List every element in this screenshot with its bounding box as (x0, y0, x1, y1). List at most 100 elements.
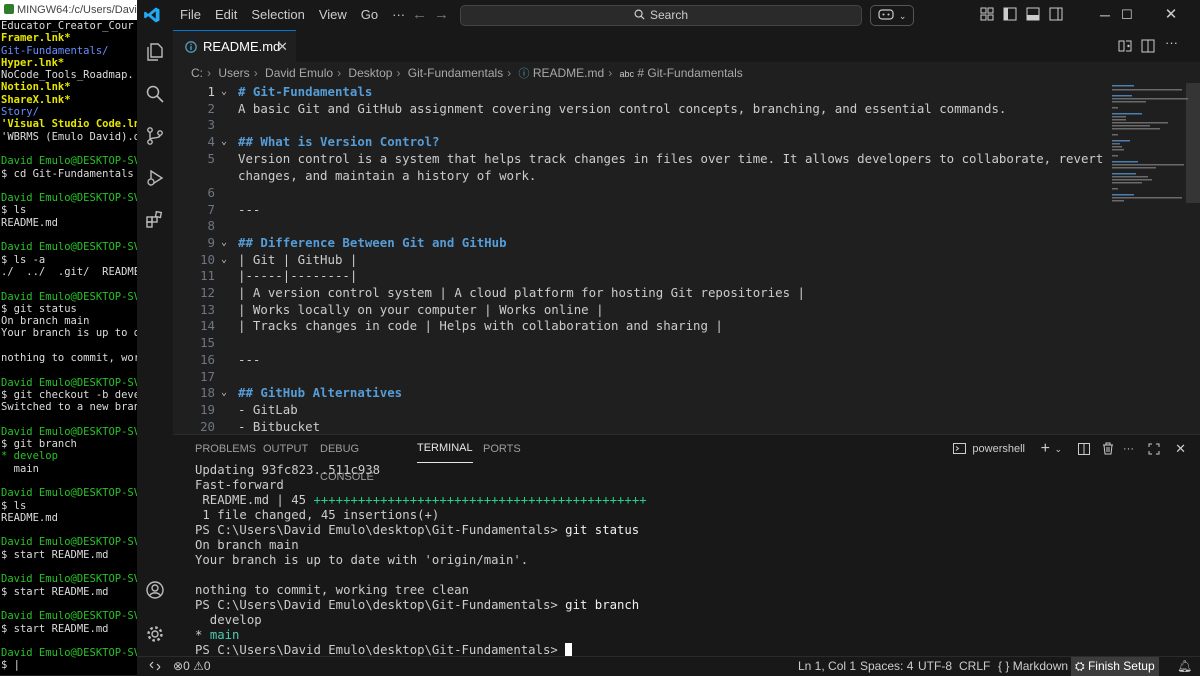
close-tab-icon[interactable]: ✕ (277, 31, 288, 62)
indentation[interactable]: Spaces: 4 (860, 657, 913, 676)
chevron-down-icon[interactable]: ⌄ (1054, 435, 1062, 463)
menu-view[interactable]: View (312, 0, 354, 30)
split-terminal-icon[interactable] (1078, 443, 1090, 455)
mingw-line: David Emulo@DESKTOP-SV (1, 290, 137, 303)
explorer-icon[interactable] (145, 42, 165, 62)
chevron-right-icon: › (207, 66, 211, 80)
fold-chevron-icon[interactable]: ⌄ (221, 384, 227, 401)
terminal-line: nothing to commit, working tree clean (195, 583, 1185, 598)
breadcrumb: C: › Users › David Emulo › Desktop › Git-Fun… (191, 63, 743, 83)
panel-toggle-icon[interactable] (1026, 7, 1040, 21)
breadcrumb-drive[interactable]: C: (191, 66, 203, 80)
secondary-sidebar-icon[interactable] (1049, 7, 1063, 21)
code-line: 13 | Works locally on your computer | Wor… (173, 301, 1103, 318)
breadcrumb-user[interactable]: David Emulo (265, 66, 333, 80)
tab-readme[interactable]: README.md ✕ (173, 30, 296, 63)
source-control-icon[interactable] (145, 126, 165, 146)
account-icon[interactable] (145, 580, 165, 600)
terminal-output[interactable]: Updating 93fc823..511c938 Fast-forward RE… (195, 463, 1185, 657)
maximize-panel-icon[interactable] (1148, 443, 1160, 455)
trash-icon[interactable] (1102, 442, 1114, 455)
mingw-terminal-window[interactable]: MINGW64:/c/Users/David Educator_Creator_… (0, 0, 137, 675)
forward-arrow-icon[interactable]: → (434, 6, 449, 23)
code-line: 16 --- (173, 351, 1103, 368)
code-text: Version control is a system that helps t… (238, 150, 1104, 183)
breadcrumb-file[interactable]: README.md (533, 66, 604, 80)
mingw-line: $ ls (1, 499, 27, 512)
settings-gear-icon[interactable] (145, 624, 165, 644)
extensions-icon[interactable] (145, 210, 165, 230)
language-mode[interactable]: { } Markdown (998, 657, 1068, 676)
mingw-line (1, 143, 137, 155)
status-bar: ⊗0 ⚠0 Ln 1, Col 1 Spaces: 4 UTF-8 CRLF {… (137, 656, 1200, 676)
line-number: 18 (200, 385, 215, 401)
vscode-logo-icon (144, 7, 160, 23)
close-panel-icon[interactable]: ✕ (1175, 435, 1186, 463)
code-editor[interactable]: 1 ⌄ # Git-Fundamentals 2 A basic Git and Git… (173, 83, 1103, 434)
menu-go[interactable]: Go (354, 0, 385, 30)
shell-name[interactable]: powershell (972, 435, 1025, 463)
warning-icon: ⚠ (193, 659, 204, 673)
command-center-search[interactable]: Search (460, 5, 862, 26)
cursor-position[interactable]: Ln 1, Col 1 (798, 657, 856, 676)
encoding[interactable]: UTF-8 (918, 657, 952, 676)
layout-icon[interactable] (980, 7, 994, 21)
code-text: - Bitbucket (238, 418, 321, 434)
search-icon (634, 9, 645, 20)
terminal-line: Updating 93fc823..511c938 (195, 463, 1185, 478)
line-ending[interactable]: CRLF (959, 657, 990, 676)
mingw-line: ./ ../ .git/ README (1, 265, 137, 278)
fold-chevron-icon[interactable]: ⌄ (221, 251, 227, 268)
line-number: 12 (200, 285, 215, 300)
mingw-line (1, 364, 137, 376)
maximize-icon[interactable]: ☐ (1105, 0, 1149, 30)
finish-setup-button[interactable]: ⛭ Finish Setup (1071, 657, 1159, 676)
editor-scrollbar[interactable] (1186, 83, 1200, 203)
bottom-panel: PROBLEMS OUTPUT DEBUG CONSOLE TERMINAL P… (173, 434, 1200, 657)
line-number: 6 (207, 184, 215, 200)
menu-edit[interactable]: Edit (208, 0, 244, 30)
copilot-button[interactable]: ⌄ (870, 5, 914, 26)
line-number: 11 (200, 268, 215, 284)
fold-chevron-icon[interactable]: ⌄ (221, 83, 227, 100)
menu-selection[interactable]: Selection (244, 0, 311, 30)
menu-more[interactable]: ··· (385, 0, 412, 30)
split-editor-icon[interactable] (1141, 39, 1155, 53)
open-preview-icon[interactable] (1118, 39, 1132, 53)
sidebar-toggle-icon[interactable] (1003, 7, 1017, 21)
code-line: 18 ⌄ ## GitHub Alternatives (173, 384, 1103, 401)
new-terminal-icon[interactable]: + (1041, 435, 1050, 463)
close-window-icon[interactable]: ✕ (1149, 0, 1193, 30)
tab-terminal[interactable]: TERMINAL (417, 435, 473, 463)
titlebar: File Edit Selection View Go ··· ← → Sear… (137, 0, 1200, 30)
run-debug-icon[interactable] (145, 168, 165, 188)
code-line: 14 | Tracks changes in code | Helps with … (173, 317, 1103, 334)
tab-output[interactable]: OUTPUT (263, 435, 308, 463)
search-icon[interactable] (145, 84, 165, 104)
breadcrumb-symbol[interactable]: # Git-Fundamentals (637, 66, 742, 80)
code-line: 12 | A version control system | A cloud p… (173, 284, 1103, 301)
mingw-line: David Emulo@DESKTOP-SV (1, 155, 137, 168)
breadcrumb-folder[interactable]: Git-Fundamentals (408, 66, 503, 80)
problems-indicator[interactable]: ⊗0 ⚠0 (173, 657, 211, 676)
breadcrumb-desktop[interactable]: Desktop (348, 66, 392, 80)
remote-indicator[interactable] (137, 657, 173, 676)
menu-file[interactable]: File (173, 0, 208, 30)
symbol-string-icon: abc (619, 69, 635, 79)
mingw-line: Framer.lnk* (1, 32, 71, 45)
tab-problems[interactable]: PROBLEMS (195, 435, 256, 463)
code-text: # Git-Fundamentals (238, 84, 373, 99)
mingw-line: $ cd Git-Fundamentals (1, 167, 134, 180)
language-label: Markdown (1012, 659, 1069, 673)
more-actions-icon[interactable]: ··· (1123, 435, 1134, 463)
breadcrumb-users[interactable]: Users (218, 66, 249, 80)
notifications-bell-icon[interactable]: 🔔︎ (1177, 657, 1192, 676)
terminal-text: PS C:\Users\David Emulo\desktop\Git-Fund… (195, 523, 566, 537)
fold-chevron-icon[interactable]: ⌄ (221, 133, 227, 150)
tab-ports[interactable]: PORTS (483, 435, 521, 463)
terminal-line: README.md | 45 +++++++++++++++++++++++++… (195, 493, 1185, 508)
more-actions-icon[interactable]: ··· (1165, 35, 1178, 50)
mingw-line (1, 475, 137, 487)
back-arrow-icon[interactable]: ← (412, 6, 427, 23)
fold-chevron-icon[interactable]: ⌄ (221, 234, 227, 251)
